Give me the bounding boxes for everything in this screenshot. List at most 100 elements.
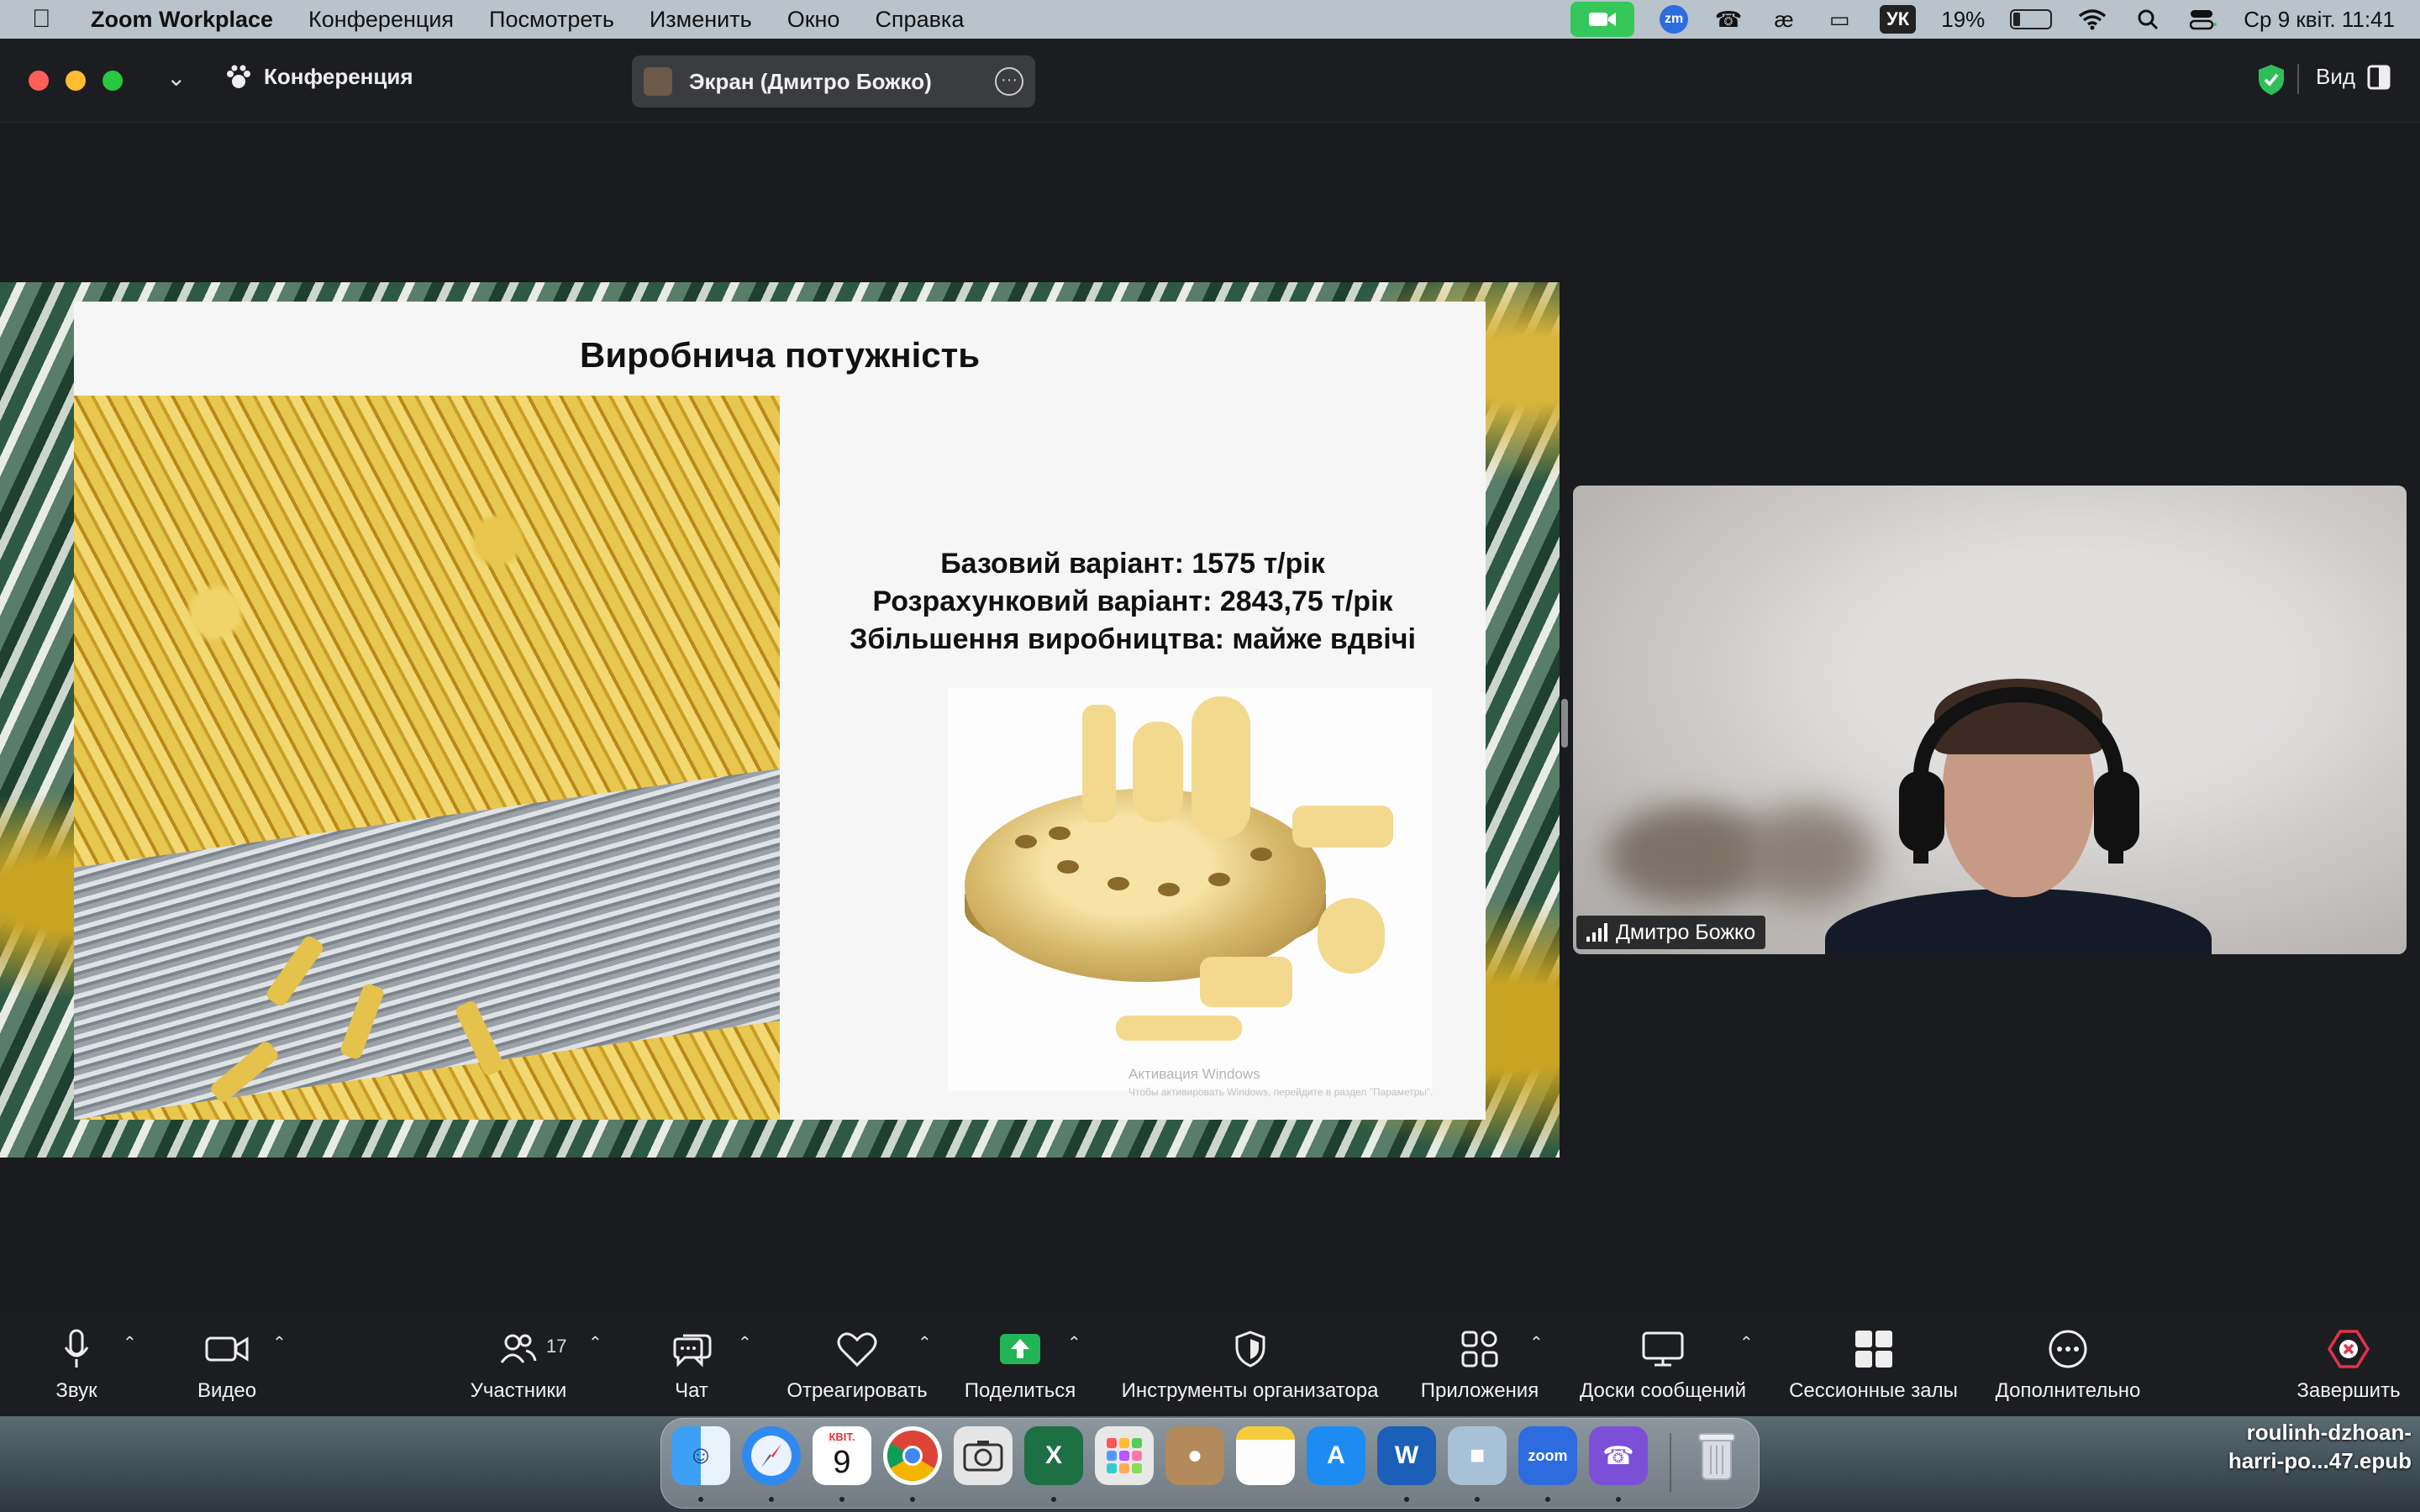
running-indicator: [1404, 1497, 1409, 1502]
headset-earcup: [1899, 771, 1944, 852]
more-options-icon[interactable]: ···: [995, 67, 1023, 96]
end-meeting-button[interactable]: Завершить: [2291, 1326, 2407, 1403]
participants-options-chevron-icon[interactable]: ⌃: [588, 1332, 602, 1353]
video-button[interactable]: Видео: [190, 1326, 264, 1403]
more-button[interactable]: Дополнительно: [1990, 1326, 2146, 1403]
view-label: Вид: [2316, 64, 2356, 89]
file-name-line2: harri-po...47.epub: [2228, 1448, 2412, 1473]
view-menu-button[interactable]: Вид: [2316, 64, 2391, 90]
windows-activation-subtext: Чтобы активировать Windows, перейдите в …: [1128, 1086, 1434, 1098]
react-button[interactable]: Отреагировать: [781, 1326, 933, 1403]
menu-view[interactable]: Посмотреть: [489, 7, 614, 33]
battery-icon[interactable]: [2010, 9, 2053, 29]
apps-button[interactable]: Приложения: [1417, 1326, 1543, 1403]
whiteboards-options-chevron-icon[interactable]: ⌃: [1739, 1332, 1754, 1353]
spotlight-search-icon[interactable]: [2133, 4, 2163, 34]
participant-name: Дмитро Божко: [1616, 920, 1756, 944]
running-indicator: [1475, 1497, 1480, 1502]
excel-icon[interactable]: X: [1024, 1426, 1083, 1485]
pasta-die-photo: [948, 688, 1432, 1091]
close-window-button[interactable]: [29, 71, 49, 91]
chat-bubble-icon: [673, 1334, 712, 1368]
headset-earcup: [2094, 771, 2139, 852]
menu-help[interactable]: Справка: [875, 7, 964, 33]
menu-edit[interactable]: Изменить: [650, 7, 752, 33]
chat-label: Чат: [675, 1379, 708, 1402]
screenshot-icon[interactable]: [954, 1426, 1013, 1485]
chat-button[interactable]: Чат: [662, 1326, 721, 1403]
chrome-icon[interactable]: [883, 1426, 942, 1485]
host-shield-icon: [1235, 1331, 1265, 1368]
conveyor-image: [74, 768, 780, 1120]
zoom-app-icon[interactable]: zoom: [1518, 1426, 1577, 1485]
encryption-shield-icon[interactable]: [2257, 64, 2286, 96]
participant-body: [1825, 889, 2212, 954]
app-store-icon[interactable]: A: [1307, 1426, 1365, 1485]
running-indicator: [839, 1497, 844, 1502]
word-icon[interactable]: W: [1377, 1426, 1436, 1485]
minimize-window-button[interactable]: [66, 71, 86, 91]
chat-options-chevron-icon[interactable]: ⌃: [738, 1332, 752, 1353]
ae-icon[interactable]: æ: [1769, 4, 1799, 34]
zoom-camera-status-icon[interactable]: [1570, 2, 1635, 37]
die-hole: [1107, 877, 1129, 890]
whiteboards-button[interactable]: Доски сообщений: [1570, 1326, 1756, 1403]
video-label: Видео: [197, 1379, 257, 1402]
react-options-chevron-icon[interactable]: ⌃: [918, 1332, 932, 1353]
apps-options-chevron-icon[interactable]: ⌃: [1529, 1332, 1544, 1353]
more-label: Дополнительно: [1995, 1379, 2141, 1402]
share-screen-icon: [1000, 1334, 1040, 1364]
contacts-icon[interactable]: ●: [1165, 1426, 1224, 1485]
layout-icon: [2367, 65, 2391, 89]
menu-app-name[interactable]: Zoom Workplace: [91, 7, 273, 33]
notes-icon[interactable]: [1236, 1426, 1295, 1485]
chevron-down-icon[interactable]: ⌄: [166, 64, 186, 92]
video-options-chevron-icon[interactable]: ⌃: [272, 1332, 287, 1353]
screen-share-pill[interactable]: Экран (Дмитро Божко) ···: [632, 55, 1035, 108]
die-hole: [1015, 835, 1037, 848]
share-options-chevron-icon[interactable]: ⌃: [1067, 1332, 1081, 1353]
control-center-icon[interactable]: [2188, 4, 2218, 34]
desktop-file[interactable]: roulinh-dzhoan- harri-po...47.epub: [2202, 1418, 2412, 1475]
share-screen-button[interactable]: Поделиться: [961, 1326, 1079, 1403]
input-language-indicator[interactable]: УК: [1880, 5, 1917, 34]
die-hole: [1250, 848, 1272, 861]
apple-menu-icon[interactable]: : [32, 5, 76, 34]
fact-base: Базовий варіант: 1575 т/рік: [940, 548, 1325, 580]
running-indicator: [1051, 1497, 1056, 1502]
window-layout-icon[interactable]: ▭: [1824, 4, 1854, 34]
whiteboards-label: Доски сообщений: [1579, 1379, 1747, 1402]
menu-window[interactable]: Окно: [787, 7, 840, 33]
participant-video-tile[interactable]: Дмитро Божко: [1573, 486, 2407, 954]
host-tools-button[interactable]: Инструменты организатора: [1109, 1326, 1391, 1403]
battery-percent: 19%: [1941, 6, 1986, 32]
meeting-menu[interactable]: Конференция: [225, 64, 413, 90]
sharer-avatar: [644, 67, 672, 96]
pasta-shape: [1292, 806, 1393, 848]
apps-label: Приложения: [1420, 1379, 1539, 1402]
fullscreen-window-button[interactable]: [103, 71, 123, 91]
menubar-clock[interactable]: Ср 9 квіт. 11:41: [2244, 7, 2395, 33]
menu-conference[interactable]: Конференция: [308, 7, 454, 33]
pasta-shape: [1200, 957, 1292, 1007]
trash-icon[interactable]: [1687, 1426, 1746, 1485]
calendar-icon[interactable]: КВІТ. 9: [813, 1426, 871, 1485]
breakout-rooms-icon: [1854, 1331, 1892, 1368]
whiteboard-icon: [1642, 1331, 1684, 1367]
split-view-handle[interactable]: [1561, 699, 1568, 748]
audio-button[interactable]: Звук: [42, 1326, 111, 1403]
launchpad-icon[interactable]: [1095, 1426, 1154, 1485]
background-blur: [1741, 805, 1876, 906]
presentation-slide: Виробнича потужність Базовий варіант: 15…: [74, 302, 1486, 1120]
zoom-menu-icon[interactable]: zm: [1660, 5, 1689, 34]
shared-screen[interactable]: Виробнича потужність Базовий варіант: 15…: [0, 282, 1560, 1158]
microphone-icon: [64, 1329, 89, 1368]
safari-icon[interactable]: [742, 1426, 801, 1485]
preview-icon[interactable]: ■: [1448, 1426, 1507, 1485]
wifi-icon[interactable]: [2077, 4, 2107, 34]
finder-icon[interactable]: ☺: [671, 1426, 730, 1485]
breakout-rooms-button[interactable]: Сессионные залы: [1783, 1326, 1964, 1403]
viber-status-icon[interactable]: ☎: [1713, 4, 1744, 34]
viber-icon[interactable]: ☎: [1589, 1426, 1648, 1485]
audio-options-chevron-icon[interactable]: ⌃: [123, 1332, 137, 1353]
